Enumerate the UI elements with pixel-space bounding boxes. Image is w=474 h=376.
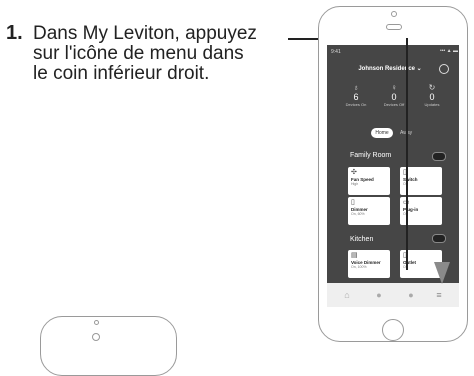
status-time: 9:41	[331, 49, 341, 55]
room-toggle[interactable]	[432, 152, 446, 161]
phone-home-button	[382, 319, 404, 341]
phone-speaker-2	[92, 333, 100, 341]
scenes-icon[interactable]: ●	[371, 290, 387, 300]
stat-value: 6	[353, 92, 359, 102]
instruction-line-1: Dans My Leviton, appuyez	[33, 23, 257, 44]
room-toggle[interactable]	[432, 234, 446, 243]
phone-camera-2	[94, 320, 99, 325]
stat-value: 0	[429, 92, 435, 102]
room-title: Kitchen	[350, 236, 374, 243]
refresh-icon: ↻	[428, 83, 436, 92]
status-icons: ••• ▲ ▬	[440, 48, 458, 54]
switch-icon: ▯	[403, 169, 407, 176]
device-status: On	[403, 212, 439, 216]
stat-updates: ↻ 0 Updates	[412, 83, 452, 107]
mode-home-button[interactable]: Home	[371, 128, 393, 138]
stat-devices-off: ♀ 0 Devices Off	[374, 83, 414, 107]
callout-line-vertical	[406, 38, 408, 270]
stat-label: Devices On	[345, 102, 367, 107]
phone-speaker	[386, 24, 402, 30]
stat-value: 0	[391, 92, 397, 102]
menu-icon[interactable]: ≡	[431, 290, 447, 300]
device-card[interactable]: ▤ Voice Dimmer On, 100%	[348, 250, 390, 278]
stat-label: Updates	[424, 102, 440, 107]
phone-camera	[391, 11, 397, 17]
instruction-line-3: le coin inférieur droit.	[33, 63, 210, 84]
device-card[interactable]: ▯ Dimmer On, 60%	[348, 197, 390, 225]
stat-devices-on: ♁ 6 Devices On	[336, 83, 376, 107]
settings-icon[interactable]	[439, 64, 449, 74]
device-status: On	[403, 182, 439, 186]
device-status: On, 100%	[351, 265, 367, 269]
room-title: Family Room	[350, 152, 392, 159]
bulb-off-icon: ♀	[391, 83, 397, 92]
fan-icon: ✣	[351, 169, 357, 176]
device-card[interactable]: ✣ Fan Speed High	[348, 167, 390, 195]
stat-label: Devices Off	[383, 102, 405, 107]
residence-selector[interactable]: Johnson Residence ⌄	[340, 65, 440, 72]
bulb-icon: ♁	[353, 83, 359, 92]
phone-frame-2	[40, 316, 177, 376]
schedule-icon[interactable]: ●	[403, 290, 419, 300]
pointer-arrow	[434, 262, 450, 284]
device-status: High	[351, 182, 359, 186]
voice-dimmer-icon: ▤	[351, 252, 358, 259]
device-status: On, 60%	[351, 212, 365, 216]
outlet-icon: ▯	[403, 252, 407, 259]
plug-icon: ▭	[403, 199, 439, 207]
step-number: 1.	[6, 22, 23, 44]
dimmer-icon: ▯	[351, 199, 355, 206]
home-icon[interactable]: ⌂	[339, 290, 355, 300]
instruction-line-2: sur l'icône de menu dans	[33, 43, 244, 64]
